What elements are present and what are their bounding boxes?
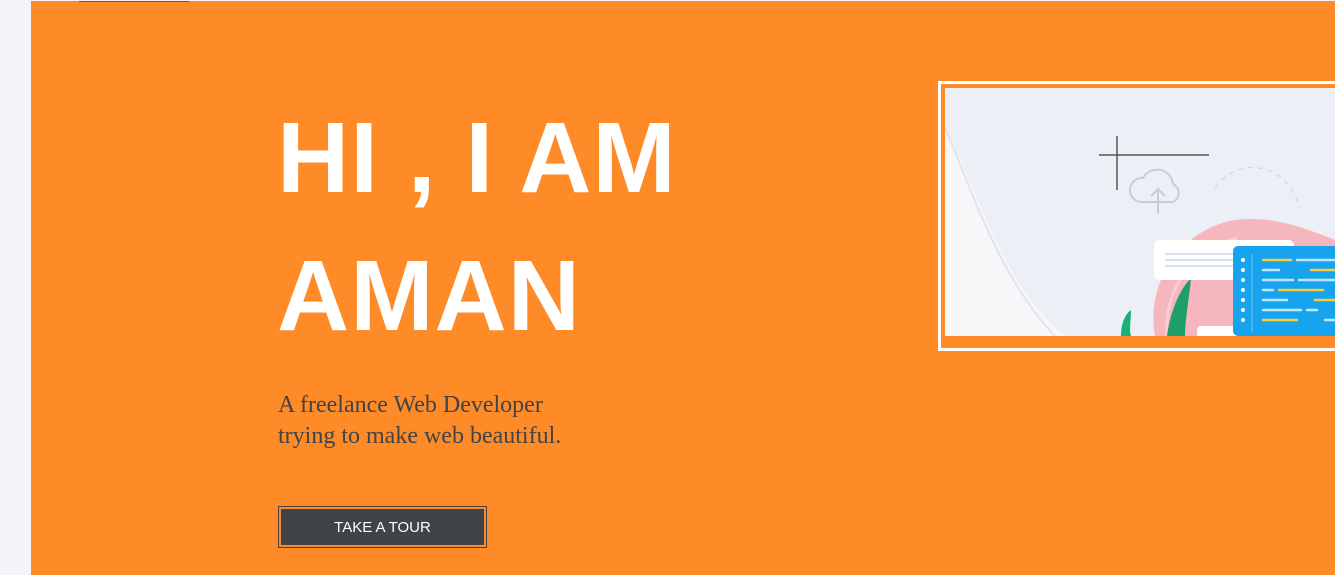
headline-line-1: HI , I AM [277,102,677,214]
headline-line-2: AMAN [277,240,581,352]
take-a-tour-label: TAKE A TOUR [281,509,484,545]
take-a-tour-button[interactable]: TAKE A TOUR [278,506,487,548]
dashed-arc [1214,166,1301,209]
upload-cloud-icon [1129,168,1180,214]
hero-headline: HI , I AM AMAN [277,89,677,365]
plant-leaf-2 [1121,310,1131,336]
nav-tab-indicator[interactable] [79,1,189,2]
illustration-frame [938,81,1335,351]
hero-tagline: A freelance Web Developer trying to make… [278,390,561,452]
wave-shape [945,128,1065,336]
web-developer-illustration [945,88,1335,336]
tagline-line-1: A freelance Web Developer [278,392,543,418]
hero-section: HI , I AM AMAN A freelance Web Developer… [31,1,1335,575]
crop-marks [1099,136,1209,190]
tagline-line-2: trying to make web beautiful. [278,423,562,449]
illustration-svg [945,127,1335,336]
